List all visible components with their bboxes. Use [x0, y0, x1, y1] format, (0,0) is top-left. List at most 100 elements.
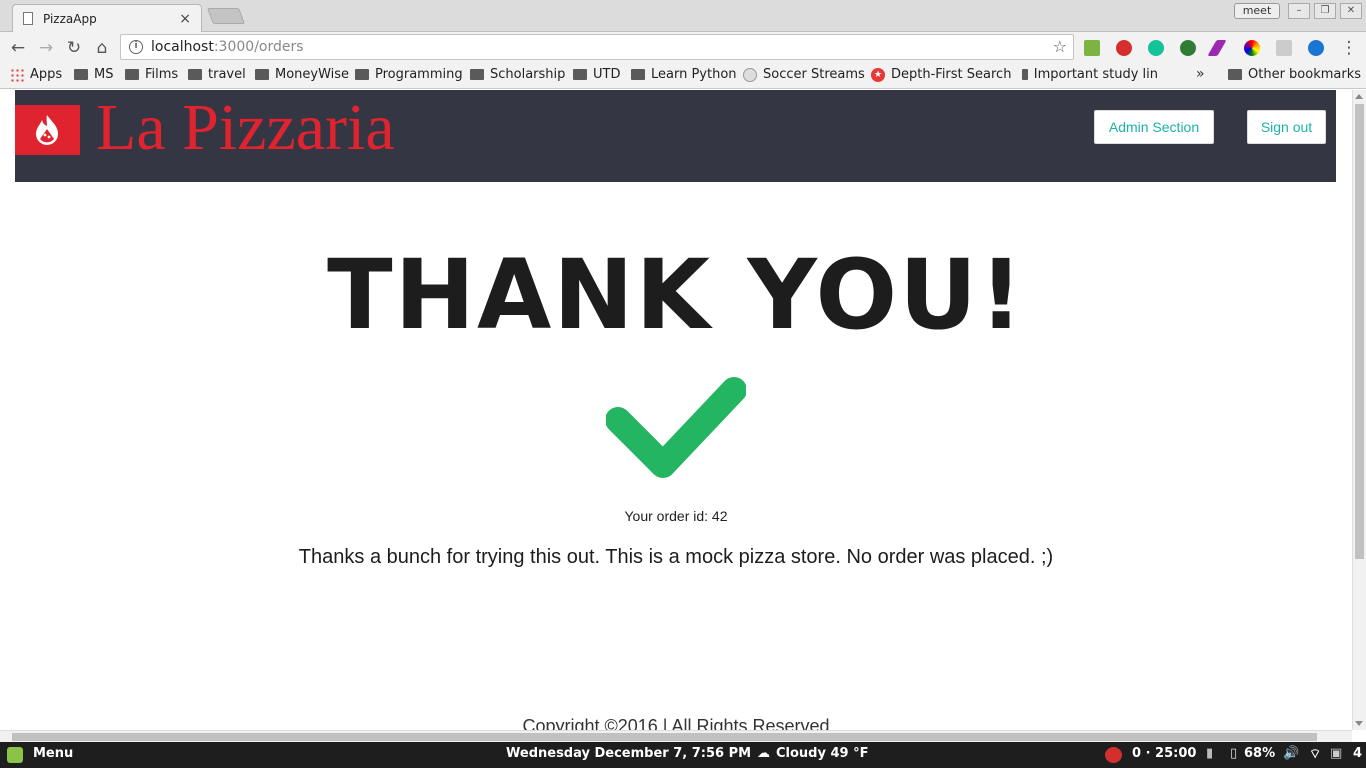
thanks-message: Thanks a bunch for trying this out. This…	[298, 546, 1054, 568]
home-icon[interactable]: ⌂	[91, 37, 113, 59]
reload-icon[interactable]: ↻	[63, 37, 85, 59]
bookmark-label: Films	[145, 67, 179, 82]
bookmarks-bar: Apps MS Films travel MoneyWise Programmi…	[0, 62, 1366, 89]
bookmark-soccer-streams[interactable]: Soccer Streams	[743, 67, 865, 82]
bookmark-important-study[interactable]: Important study lin	[1022, 67, 1158, 82]
bookmark-programming[interactable]: Programming	[355, 67, 463, 82]
tab-strip: PizzaApp × meet – ❐ ✕	[0, 0, 1366, 32]
network-icon[interactable]: ▣	[1330, 746, 1342, 761]
checkmark-icon	[606, 377, 746, 478]
bookmark-films[interactable]: Films	[125, 67, 178, 82]
feather-icon[interactable]	[1207, 40, 1227, 56]
extension-green-icon[interactable]	[1180, 40, 1196, 56]
scroll-thumb[interactable]	[12, 733, 1317, 741]
folder-icon	[573, 69, 587, 80]
bookmark-utd[interactable]: UTD	[573, 67, 620, 82]
bookmark-learn-python[interactable]: Learn Python	[631, 67, 737, 82]
scroll-up-arrow-icon[interactable]	[1355, 94, 1363, 99]
vertical-scrollbar[interactable]	[1352, 90, 1366, 730]
bookmark-label: Apps	[30, 67, 63, 82]
scroll-thumb[interactable]	[1355, 104, 1364, 559]
cloud-icon: ☁	[757, 746, 770, 761]
folder-icon	[1022, 69, 1028, 80]
chrome-menu-icon[interactable]: ⋮	[1338, 37, 1360, 59]
clipboard-icon[interactable]: ▮	[1206, 746, 1213, 761]
apps-icon	[10, 67, 24, 82]
color-wheel-icon[interactable]	[1244, 40, 1260, 56]
order-id-text: Your order id: 42	[624, 508, 728, 524]
mint-menu-icon[interactable]	[7, 747, 23, 763]
admin-section-button[interactable]: Admin Section	[1094, 110, 1214, 144]
bookmark-depth-first-search[interactable]: ★ Depth-First Search	[871, 67, 1011, 82]
bookmark-label: Learn Python	[651, 67, 737, 82]
forward-arrow-icon[interactable]: →	[35, 37, 57, 59]
info-icon[interactable]: i	[129, 40, 143, 54]
folder-icon	[74, 69, 88, 80]
bookmarks-overflow-button[interactable]: »	[1196, 66, 1205, 82]
folder-icon	[355, 69, 369, 80]
pizza-flame-icon	[36, 115, 58, 145]
folder-icon	[255, 69, 269, 80]
bookmark-apps[interactable]: Apps	[10, 67, 62, 82]
back-arrow-icon[interactable]: ←	[7, 37, 29, 59]
bookmark-ms[interactable]: MS	[74, 67, 113, 82]
wifi-icon[interactable]: ⌔	[1309, 746, 1321, 762]
scroll-down-arrow-icon[interactable]	[1355, 721, 1363, 726]
horizontal-scrollbar[interactable]	[0, 730, 1352, 742]
profile-button[interactable]: meet	[1234, 3, 1280, 19]
bookmark-label: MS	[94, 67, 114, 82]
bookmark-label: Important study lin	[1033, 67, 1158, 82]
new-tab-button[interactable]	[207, 8, 245, 24]
system-taskbar: Menu Wednesday December 7, 7:56 PM ☁ Clo…	[0, 742, 1366, 768]
sign-out-button[interactable]: Sign out	[1247, 110, 1326, 144]
page-viewport: La Pizzaria Admin Section Sign out THANK…	[0, 90, 1352, 730]
tomato-icon[interactable]	[1105, 747, 1122, 763]
brand-name[interactable]: La Pizzaria	[96, 92, 395, 164]
site-header: La Pizzaria Admin Section Sign out	[15, 90, 1336, 182]
extension-gray-icon[interactable]	[1276, 40, 1292, 56]
bookmark-star-icon[interactable]: ☆	[1053, 37, 1067, 56]
bookmark-label: MoneyWise	[275, 67, 350, 82]
bookmark-label: Other bookmarks	[1248, 67, 1362, 82]
grammarly-icon[interactable]	[1148, 40, 1164, 56]
bookmark-label: Programming	[375, 67, 463, 82]
pomodoro-timer[interactable]: 0 · 25:00	[1132, 746, 1196, 761]
workspace-indicator[interactable]: 4	[1353, 746, 1362, 761]
minimize-button[interactable]: –	[1288, 3, 1310, 19]
bookmark-label: Scholarship	[490, 67, 566, 82]
battery-percent: 68%	[1244, 746, 1276, 761]
copyright-footer: Copyright ©2016 | All Rights Reserved	[522, 716, 830, 730]
logo[interactable]	[15, 105, 80, 155]
extension-evernote-icon[interactable]	[1084, 40, 1100, 56]
bookmark-moneywise[interactable]: MoneyWise	[255, 67, 349, 82]
folder-icon	[188, 69, 202, 80]
clock[interactable]: Wednesday December 7, 7:56 PM	[506, 746, 751, 761]
browser-toolbar: ← → ↻ ⌂ i localhost:3000/orders ☆ ⋮	[0, 32, 1366, 62]
bookmark-scholarship[interactable]: Scholarship	[470, 67, 565, 82]
weather-text[interactable]: Cloudy 49 °F	[776, 746, 869, 761]
bookmark-travel[interactable]: travel	[188, 67, 246, 82]
bookmark-label: Depth-First Search	[891, 67, 1012, 82]
folder-icon	[125, 69, 139, 80]
volume-icon[interactable]: 🔊	[1283, 746, 1299, 761]
bookmark-other[interactable]: Other bookmarks	[1228, 67, 1361, 82]
reddit-icon	[743, 67, 757, 82]
menu-button[interactable]: Menu	[33, 746, 73, 761]
bookmark-label: UTD	[593, 67, 621, 82]
close-tab-icon[interactable]: ×	[179, 11, 191, 27]
page-icon	[23, 12, 33, 25]
battery-icon[interactable]: ▯	[1230, 746, 1237, 761]
bookmark-label: Soccer Streams	[763, 67, 865, 82]
thank-you-heading: THANK YOU!	[327, 239, 1025, 351]
restore-button[interactable]: ❐	[1314, 3, 1336, 19]
folder-icon	[1228, 69, 1242, 80]
tab-title: PizzaApp	[43, 11, 97, 26]
address-bar[interactable]: i localhost:3000/orders ☆	[120, 34, 1074, 60]
tab-pizzaapp[interactable]: PizzaApp ×	[12, 4, 202, 32]
url-host: localhost	[151, 39, 214, 55]
star-red-icon: ★	[871, 67, 885, 82]
bookmark-label: travel	[208, 67, 246, 82]
close-window-button[interactable]: ✕	[1340, 3, 1362, 19]
extension-blue-icon[interactable]	[1308, 40, 1324, 56]
adblock-icon[interactable]	[1116, 40, 1132, 56]
